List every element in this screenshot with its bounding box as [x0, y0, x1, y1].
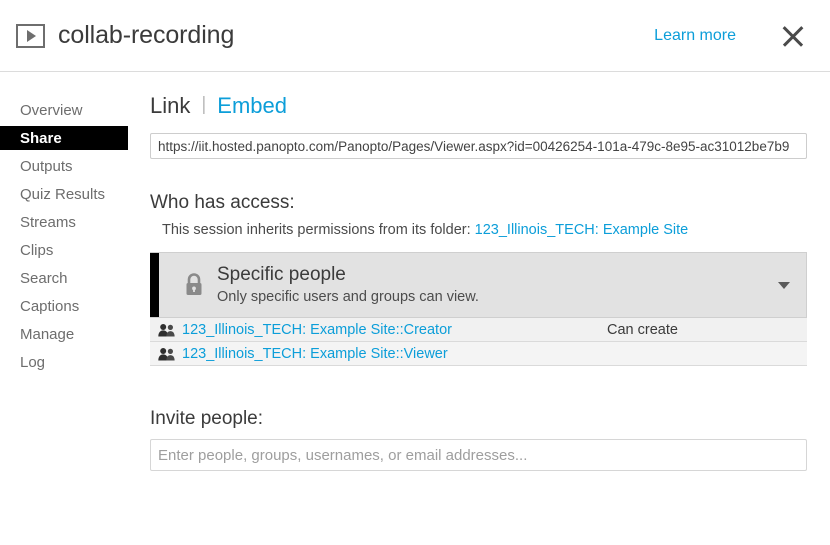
- sidebar-item-share[interactable]: Share: [0, 126, 128, 150]
- access-accent-bar: [150, 253, 159, 317]
- sidebar-item-streams[interactable]: Streams: [0, 210, 128, 234]
- access-level-title: Specific people: [217, 264, 346, 285]
- sidebar: Overview Share Outputs Quiz Results Stre…: [0, 72, 150, 545]
- access-level-text: Specific people Only specific users and …: [217, 263, 479, 307]
- sidebar-item-manage[interactable]: Manage: [0, 322, 128, 346]
- sidebar-item-overview[interactable]: Overview: [0, 98, 128, 122]
- sidebar-item-outputs[interactable]: Outputs: [0, 154, 128, 178]
- table-row[interactable]: 123_Illinois_TECH: Example Site::Creator…: [150, 318, 807, 342]
- title-group: collab-recording: [16, 21, 234, 50]
- tab-separator: |: [201, 93, 207, 115]
- share-panel: Link | Embed Who has access: This sessio…: [150, 72, 830, 545]
- sidebar-item-log[interactable]: Log: [0, 350, 128, 374]
- tab-link[interactable]: Link: [150, 93, 190, 119]
- lock-icon: [173, 272, 215, 298]
- group-icon: [158, 347, 180, 361]
- share-link-input[interactable]: [150, 133, 807, 159]
- learn-more-link[interactable]: Learn more: [654, 27, 736, 45]
- inherit-permissions-text: This session inherits permissions from i…: [162, 222, 471, 238]
- chevron-down-icon[interactable]: [778, 281, 790, 289]
- group-icon: [158, 323, 180, 337]
- sidebar-item-clips[interactable]: Clips: [0, 238, 128, 262]
- header-actions: Learn more: [654, 21, 808, 51]
- dialog-body: Overview Share Outputs Quiz Results Stre…: [0, 72, 830, 545]
- inherit-folder-link[interactable]: 123_Illinois_TECH: Example Site: [475, 222, 689, 238]
- share-mode-tabs: Link | Embed: [150, 92, 807, 119]
- page-title: collab-recording: [58, 21, 235, 49]
- invite-people-input[interactable]: [150, 439, 807, 471]
- sidebar-item-captions[interactable]: Captions: [0, 294, 128, 318]
- dialog-header: collab-recording Learn more: [0, 0, 830, 72]
- access-level-selector[interactable]: Specific people Only specific users and …: [150, 252, 807, 318]
- close-icon[interactable]: [778, 21, 808, 51]
- permission-role: Can create: [607, 321, 678, 338]
- table-row[interactable]: 123_Illinois_TECH: Example Site::Viewer: [150, 342, 807, 366]
- video-play-icon: [16, 23, 45, 48]
- inherit-permissions-note: This session inherits permissions from i…: [150, 222, 807, 238]
- tab-embed[interactable]: Embed: [217, 93, 287, 119]
- permission-principal-name[interactable]: 123_Illinois_TECH: Example Site::Creator: [182, 322, 452, 338]
- sidebar-item-quiz-results[interactable]: Quiz Results: [0, 182, 128, 206]
- share-dialog: collab-recording Learn more Overview Sha…: [0, 0, 830, 545]
- access-level-subtitle: Only specific users and groups can view.: [217, 289, 479, 305]
- sidebar-item-search[interactable]: Search: [0, 266, 128, 290]
- permission-principal-name[interactable]: 123_Illinois_TECH: Example Site::Viewer: [182, 346, 448, 362]
- who-has-access-heading: Who has access:: [150, 192, 295, 213]
- invite-people-heading: Invite people:: [150, 408, 264, 429]
